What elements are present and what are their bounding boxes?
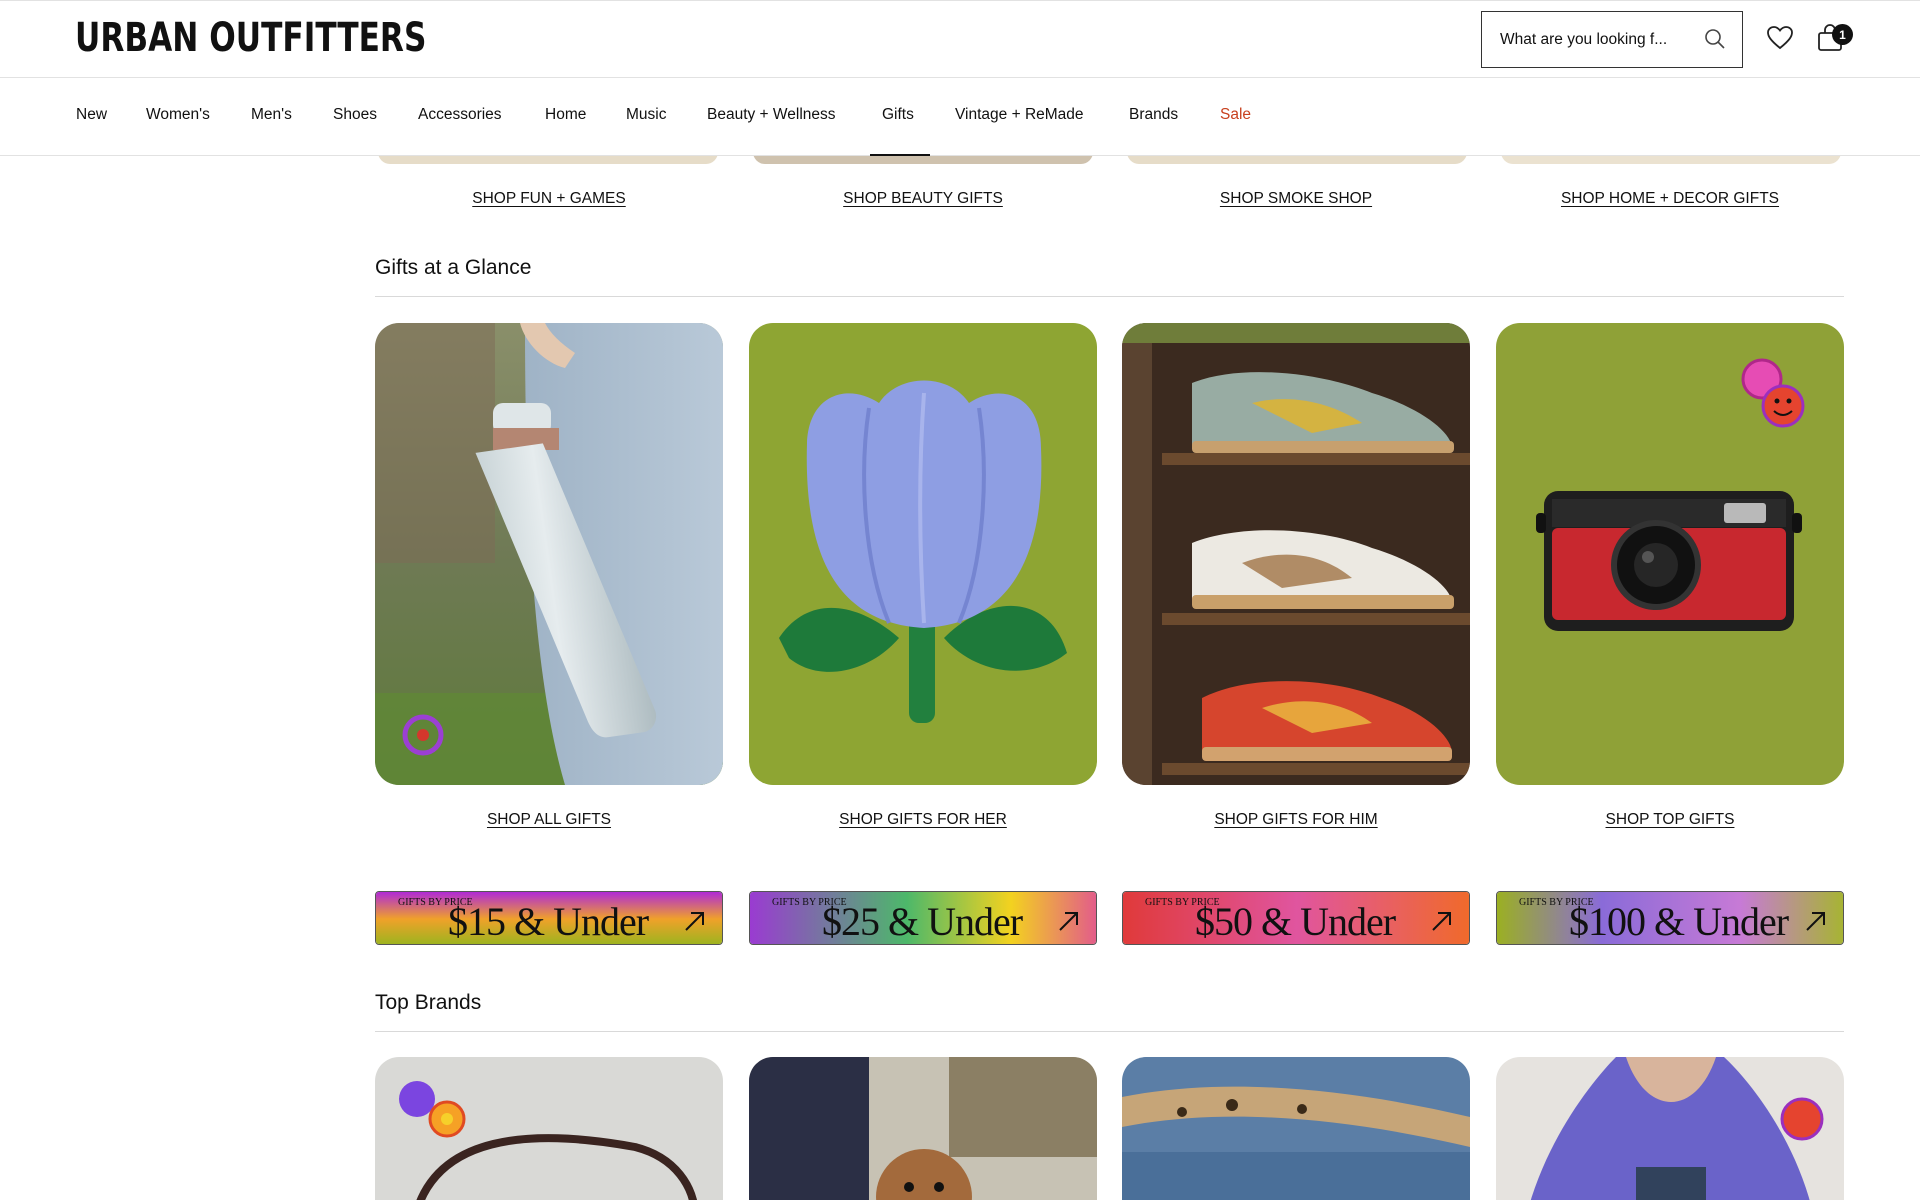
top-gifts-card[interactable] [1496,323,1844,785]
shop-all-gifts-link[interactable]: SHOP ALL GIFTS [375,811,723,829]
nav-item-shoes[interactable]: Shoes [333,106,377,124]
shop-home-decor-gifts-link[interactable]: SHOP HOME + DECOR GIFTS [1496,190,1844,208]
nav-item-music[interactable]: Music [626,106,666,124]
gifts-for-him-card[interactable] [1122,323,1470,785]
brand-card-bag[interactable] [375,1057,723,1200]
top-header: URBAN OUTFITTERS 1 [0,0,1920,78]
arrow-up-right-icon [685,912,704,931]
brand-card-dog[interactable] [749,1057,1097,1200]
gifts-for-her-card[interactable] [749,323,1097,785]
shop-beauty-gifts-link[interactable]: SHOP BEAUTY GIFTS [749,190,1097,208]
dog-image [749,1057,1097,1200]
top-brands-title: Top Brands [375,991,482,1014]
brand-card-jacket[interactable] [1496,1057,1844,1200]
jacket-image [1496,1057,1844,1200]
gifts-under-100-banner[interactable]: GIFTS BY PRICE $100 & Under [1496,891,1844,945]
price-label: $25 & Under [822,899,1023,944]
arrow-up-right-icon [1059,912,1078,931]
gifts-under-25-banner[interactable]: GIFTS BY PRICE $25 & Under [749,891,1097,945]
tulip-pillow-icon [749,323,1097,785]
shop-gifts-for-him-link[interactable]: SHOP GIFTS FOR HIM [1122,811,1470,829]
nav-item-brands[interactable]: Brands [1129,106,1178,124]
price-label: $100 & Under [1569,899,1789,944]
bag-image [375,1057,723,1200]
gifts-under-50-banner[interactable]: GIFTS BY PRICE $50 & Under [1122,891,1470,945]
nav-item-vintage-remade[interactable]: Vintage + ReMade [955,106,1084,124]
nav-item-sale[interactable]: Sale [1220,106,1251,124]
nav-item-beauty-wellness[interactable]: Beauty + Wellness [707,106,836,124]
shop-fun-games-link[interactable]: SHOP FUN + GAMES [375,190,723,208]
active-nav-indicator [870,154,930,156]
price-label: $15 & Under [448,899,649,944]
nav-item-new[interactable]: New [76,106,107,124]
arrow-up-right-icon [1432,912,1451,931]
shop-gifts-for-her-link[interactable]: SHOP GIFTS FOR HER [749,811,1097,829]
search-icon[interactable] [1704,28,1726,55]
heart-icon[interactable] [1766,25,1794,56]
gifts-at-a-glance-title: Gifts at a Glance [375,256,532,279]
section-divider [375,1031,1844,1032]
arrow-up-right-icon [1806,912,1825,931]
search-input[interactable] [1500,30,1690,49]
brand-card-denim[interactable] [1122,1057,1470,1200]
main-nav: New Women's Men's Shoes Accessories Home… [0,78,1920,156]
sneakers-icon [1122,323,1470,785]
cart-count-badge: 1 [1832,24,1853,45]
nav-item-accessories[interactable]: Accessories [418,106,502,124]
nav-item-gifts[interactable]: Gifts [882,106,914,124]
shop-top-gifts-link[interactable]: SHOP TOP GIFTS [1496,811,1844,829]
denim-image [1122,1057,1470,1200]
camera-icon [1496,323,1844,785]
nav-item-mens[interactable]: Men's [251,106,292,124]
price-label: $50 & Under [1195,899,1396,944]
gifts-under-15-banner[interactable]: GIFTS BY PRICE $15 & Under [375,891,723,945]
all-gifts-card[interactable] [375,323,723,785]
site-logo[interactable]: URBAN OUTFITTERS [75,15,426,61]
water-bottle-icon [375,323,723,785]
search-box[interactable] [1481,11,1743,68]
nav-item-womens[interactable]: Women's [146,106,210,124]
nav-item-home[interactable]: Home [545,106,586,124]
section-divider [375,296,1844,297]
shop-smoke-shop-link[interactable]: SHOP SMOKE SHOP [1122,190,1470,208]
